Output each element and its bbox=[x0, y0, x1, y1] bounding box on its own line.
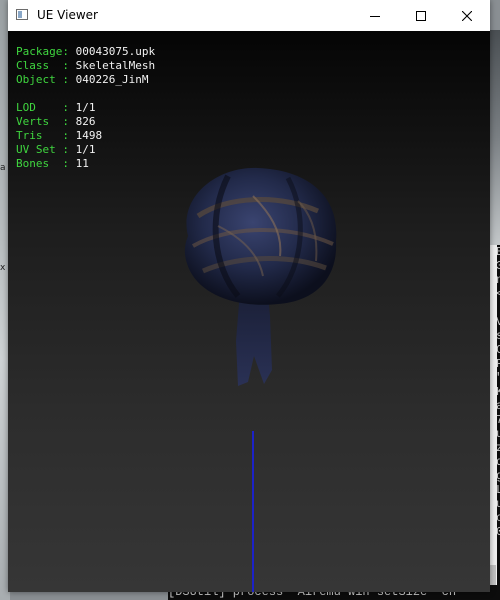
minimize-icon bbox=[370, 15, 380, 17]
info-row-package: Package: 00043075.upk bbox=[16, 45, 156, 58]
close-button[interactable] bbox=[444, 0, 490, 31]
minimize-button[interactable] bbox=[352, 0, 398, 31]
info-row-verts: Verts : 826 bbox=[16, 115, 96, 128]
mesh-info-panel: Package: 00043075.upk Class : SkeletalMe… bbox=[16, 45, 155, 171]
maximize-icon bbox=[416, 10, 426, 21]
app-icon bbox=[16, 9, 28, 20]
turban-mesh-model bbox=[184, 167, 337, 386]
ue-viewer-window: UE Viewer Package: 00043075.upk Class : … bbox=[8, 0, 490, 592]
axis-line bbox=[252, 431, 254, 592]
info-row-bones: Bones : 11 bbox=[16, 157, 89, 170]
info-row-tris: Tris : 1498 bbox=[16, 129, 103, 142]
desktop-marker: x bbox=[0, 263, 6, 273]
3d-viewport[interactable]: Package: 00043075.upk Class : SkeletalMe… bbox=[8, 31, 490, 592]
maximize-button[interactable] bbox=[398, 0, 444, 31]
title-bar[interactable]: UE Viewer bbox=[8, 0, 490, 31]
info-row-lod: LOD : 1/1 bbox=[16, 101, 96, 114]
info-row-object: Object : 040226_JinM bbox=[16, 73, 149, 86]
window-title: UE Viewer bbox=[37, 8, 98, 22]
info-row-uvset: UV Set : 1/1 bbox=[16, 143, 96, 156]
desktop-background-right bbox=[490, 30, 500, 245]
desktop-marker: a bbox=[0, 163, 6, 173]
info-row-class: Class : SkeletalMesh bbox=[16, 59, 156, 72]
close-icon bbox=[462, 10, 472, 21]
